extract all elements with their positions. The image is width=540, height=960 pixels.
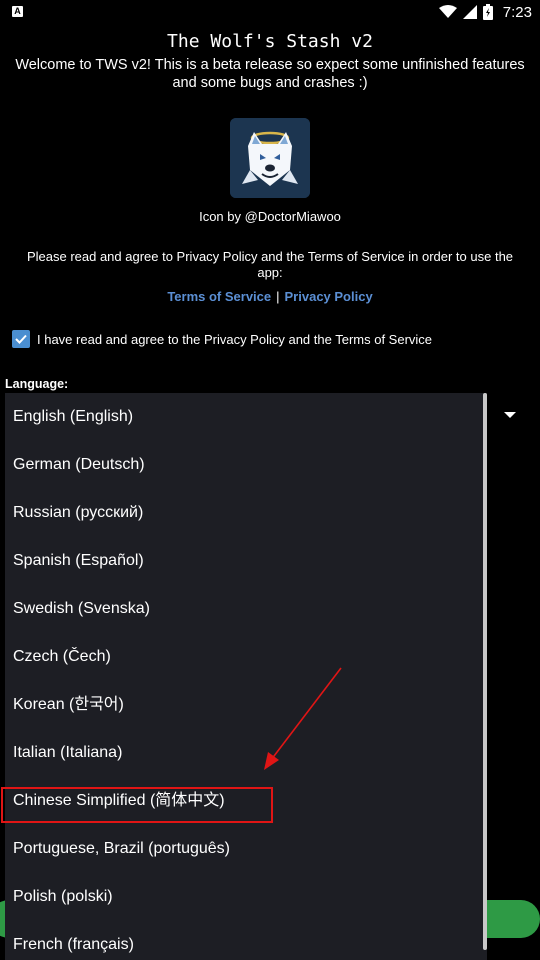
dropdown-scrollbar[interactable] bbox=[483, 393, 487, 950]
notification-app-icon: A bbox=[12, 6, 23, 17]
agreement-checkbox-label[interactable]: I have read and agree to the Privacy Pol… bbox=[37, 332, 432, 347]
agreement-checkbox-row[interactable]: I have read and agree to the Privacy Pol… bbox=[12, 330, 432, 348]
agreement-checkbox[interactable] bbox=[12, 330, 30, 348]
language-option-korean[interactable]: Korean (한국어) bbox=[5, 681, 487, 729]
wifi-icon bbox=[438, 5, 457, 18]
language-option-italian[interactable]: Italian (Italiana) bbox=[5, 729, 487, 777]
agreement-line-1: Please read and agree to Privacy Policy … bbox=[26, 249, 514, 264]
app-logo bbox=[230, 118, 310, 198]
language-option-french[interactable]: French (français) bbox=[5, 921, 487, 960]
welcome-line-1: Welcome to TWS v2! This is a beta releas… bbox=[15, 57, 525, 73]
status-bar: A 7:23 bbox=[0, 0, 540, 24]
link-separator: | bbox=[276, 289, 280, 304]
status-icons: 7:23 bbox=[438, 0, 532, 24]
language-option-english[interactable]: English (English) bbox=[5, 393, 487, 441]
annotation-arrow-icon bbox=[264, 667, 342, 770]
language-option-polish[interactable]: Polish (polski) bbox=[5, 873, 487, 921]
signal-icon bbox=[462, 5, 477, 19]
app-title: The Wolf's Stash v2 bbox=[167, 31, 373, 52]
icon-credit: Icon by @DoctorMiawoo bbox=[199, 209, 341, 224]
dropdown-arrow-icon[interactable] bbox=[504, 412, 516, 418]
language-option-portuguese-brazil[interactable]: Portuguese, Brazil (português) bbox=[5, 825, 487, 873]
language-option-russian[interactable]: Russian (русский) bbox=[5, 489, 487, 537]
clock: 7:23 bbox=[502, 3, 532, 21]
welcome-message: Welcome to TWS v2! This is a beta releas… bbox=[0, 56, 540, 92]
terms-of-service-link[interactable]: Terms of Service bbox=[167, 289, 271, 304]
language-dropdown-list[interactable]: English (English) German (Deutsch) Russi… bbox=[5, 393, 487, 960]
language-label: Language: bbox=[5, 377, 69, 391]
checkmark-icon bbox=[15, 334, 27, 344]
language-option-german[interactable]: German (Deutsch) bbox=[5, 441, 487, 489]
language-option-spanish[interactable]: Spanish (Español) bbox=[5, 537, 487, 585]
language-option-czech[interactable]: Czech (Čech) bbox=[5, 633, 487, 681]
policy-links: Terms of Service | Privacy Policy bbox=[0, 289, 540, 304]
language-option-swedish[interactable]: Swedish (Svenska) bbox=[5, 585, 487, 633]
battery-icon bbox=[482, 4, 493, 20]
annotation-highlight-box bbox=[1, 787, 273, 823]
privacy-policy-link[interactable]: Privacy Policy bbox=[285, 289, 373, 304]
agreement-text: Please read and agree to Privacy Policy … bbox=[8, 249, 532, 281]
welcome-line-2: and some bugs and crashes :) bbox=[172, 75, 368, 91]
agreement-line-2: app: bbox=[257, 265, 283, 280]
